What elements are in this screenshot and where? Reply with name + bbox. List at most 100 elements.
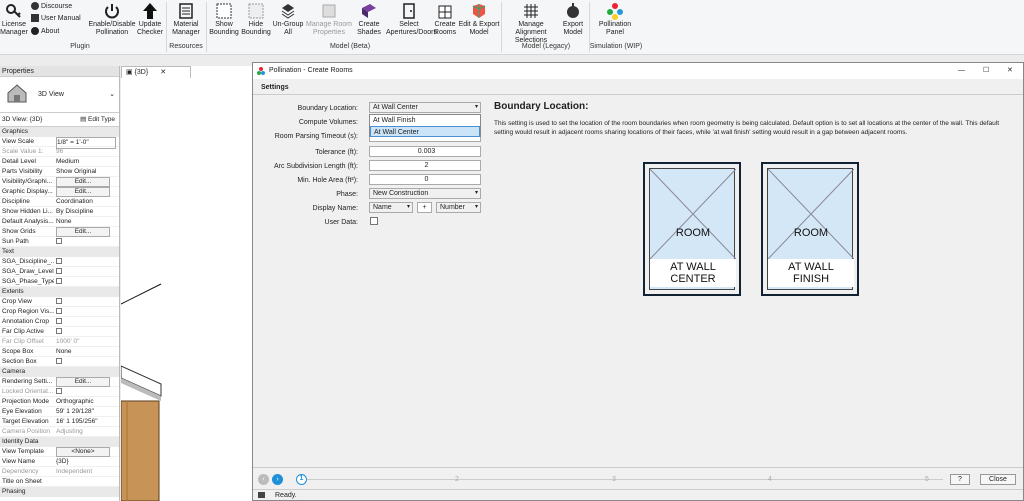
property-value[interactable]: Adjusting — [56, 427, 116, 437]
about-link[interactable]: About — [31, 27, 59, 37]
section-extents[interactable]: Extents — [0, 287, 119, 297]
property-row[interactable]: Locked Orientat... — [0, 387, 119, 397]
property-value[interactable] — [56, 297, 116, 307]
property-checkbox[interactable] — [56, 388, 62, 395]
property-checkbox[interactable] — [56, 308, 62, 315]
property-row[interactable]: Annotation Crop — [0, 317, 119, 327]
section-camera[interactable]: Camera — [0, 367, 119, 377]
property-row[interactable]: View Name {3D} — [0, 457, 119, 467]
property-row[interactable]: SGA_Draw_Level — [0, 267, 119, 277]
property-edit-button[interactable]: Edit... — [56, 227, 110, 237]
create-rooms-button[interactable]: Create Rooms — [432, 0, 458, 37]
property-row[interactable]: Sun Path — [0, 237, 119, 247]
property-value[interactable]: Orthographic — [56, 397, 116, 407]
step-3[interactable]: 3 — [612, 476, 616, 483]
property-value[interactable] — [56, 317, 116, 327]
hide-bounding-button[interactable]: Hide Bounding — [240, 0, 272, 37]
property-checkbox[interactable] — [56, 358, 62, 365]
edit-export-model-button[interactable]: Edit & Export Model — [458, 0, 500, 37]
option-at-wall-finish[interactable]: At Wall Finish — [370, 115, 480, 126]
property-row[interactable]: Rendering Setti... Edit... — [0, 377, 119, 387]
option-at-wall-center[interactable]: At Wall Center — [370, 126, 480, 137]
property-row[interactable]: Title on Sheet — [0, 477, 119, 487]
property-row[interactable]: Default Analysis... None — [0, 217, 119, 227]
property-value[interactable]: None — [56, 217, 116, 227]
property-checkbox[interactable] — [56, 298, 62, 305]
minimize-icon[interactable]: — — [958, 63, 965, 79]
arc-input[interactable]: 2 — [369, 160, 481, 171]
discourse-link[interactable]: Discourse — [31, 2, 72, 12]
ungroup-all-button[interactable]: Un-Group All — [272, 0, 304, 37]
property-row[interactable]: SGA_Phase_Type — [0, 277, 119, 287]
license-manager-button[interactable]: License Manager — [0, 0, 28, 37]
property-row[interactable]: Camera Position Adjusting — [0, 427, 119, 437]
display-separator-input[interactable]: + — [417, 202, 432, 213]
step-4[interactable]: 4 — [768, 476, 772, 483]
property-value[interactable] — [56, 327, 116, 337]
pollination-panel-button[interactable]: Pollination Panel — [595, 0, 635, 37]
property-checkbox[interactable] — [56, 258, 62, 265]
property-edit-button[interactable]: <None> — [56, 447, 110, 457]
property-row[interactable]: View Template <None> — [0, 447, 119, 457]
step-2[interactable]: 2 — [455, 476, 459, 483]
property-value[interactable]: <None> — [56, 447, 116, 457]
property-value[interactable]: Medium — [56, 157, 116, 167]
property-edit-button[interactable]: Edit... — [56, 177, 110, 187]
property-row[interactable]: Crop View — [0, 297, 119, 307]
boundary-select[interactable]: At Wall Center ▾ — [369, 102, 481, 113]
property-row[interactable]: Show Hidden Li... By Discipline — [0, 207, 119, 217]
select-apertures-button[interactable]: Select Apertures/Doors — [386, 0, 437, 37]
next-arrow-icon[interactable]: › — [272, 474, 283, 485]
display-name-select-a[interactable]: Name ▾ — [369, 202, 413, 213]
property-checkbox[interactable] — [56, 238, 62, 245]
property-value[interactable] — [56, 257, 116, 267]
close-icon[interactable]: ✕ — [160, 69, 166, 76]
userdata-checkbox[interactable] — [370, 217, 378, 225]
property-row[interactable]: Dependency Independent — [0, 467, 119, 477]
property-row[interactable]: Visibility/Graphi... Edit... — [0, 177, 119, 187]
property-value[interactable]: None — [56, 347, 116, 357]
property-edit-button[interactable]: Edit... — [56, 187, 110, 197]
property-value[interactable]: {3D} — [56, 457, 116, 467]
property-checkbox[interactable] — [56, 268, 62, 275]
property-value[interactable] — [56, 267, 116, 277]
property-row[interactable]: Crop Region Vis... — [0, 307, 119, 317]
property-row[interactable]: Detail Level Medium — [0, 157, 119, 167]
property-row[interactable]: Graphic Display... Edit... — [0, 187, 119, 197]
section-identity[interactable]: Identity Data — [0, 437, 119, 447]
property-row[interactable]: Projection Mode Orthographic — [0, 397, 119, 407]
property-row[interactable]: Parts Visibility Show Original — [0, 167, 119, 177]
display-name-select-b[interactable]: Number ▾ — [436, 202, 481, 213]
step-1[interactable]: 1 — [296, 474, 307, 485]
property-value[interactable]: 96 — [56, 147, 116, 157]
property-value[interactable] — [56, 237, 116, 247]
section-graphics[interactable]: Graphics — [0, 127, 119, 137]
property-row[interactable]: View Scale 1/8" = 1'-0" — [0, 137, 119, 149]
property-value[interactable] — [56, 307, 116, 317]
property-edit-button[interactable]: Edit... — [56, 377, 110, 387]
view-selector[interactable]: 3D View: {3D} — [2, 113, 42, 127]
export-model-button[interactable]: Export Model — [560, 0, 586, 37]
create-shades-button[interactable]: Create Shades — [354, 0, 384, 37]
material-manager-button[interactable]: Material Manager — [169, 0, 203, 37]
property-value[interactable] — [56, 277, 116, 287]
help-button[interactable]: ? — [950, 474, 970, 485]
property-checkbox[interactable] — [56, 278, 62, 285]
view-tab-3d[interactable]: ▣ {3D} ✕ — [121, 66, 191, 78]
property-row[interactable]: Far Clip Active — [0, 327, 119, 337]
tolerance-input[interactable]: 0.003 — [369, 146, 481, 157]
property-value[interactable]: Show Original — [56, 167, 116, 177]
section-text[interactable]: Text — [0, 247, 119, 257]
3d-view-canvas[interactable] — [121, 66, 252, 501]
hole-input[interactable]: 0 — [369, 174, 481, 185]
edit-type-button[interactable]: ▤ Edit Type — [80, 113, 115, 127]
close-icon[interactable]: ✕ — [1007, 63, 1013, 79]
property-row[interactable]: Far Clip Offset 1000' 0" — [0, 337, 119, 347]
property-value[interactable]: Edit... — [56, 177, 116, 187]
manage-room-properties-button[interactable]: Manage Room Properties — [304, 0, 354, 37]
update-checker-button[interactable]: Update Checker — [136, 0, 164, 37]
show-bounding-button[interactable]: Show Bounding — [208, 0, 240, 37]
close-button[interactable]: Close — [980, 474, 1016, 485]
user-manual-link[interactable]: User Manual — [31, 14, 81, 24]
property-row[interactable]: Show Grids Edit... — [0, 227, 119, 237]
